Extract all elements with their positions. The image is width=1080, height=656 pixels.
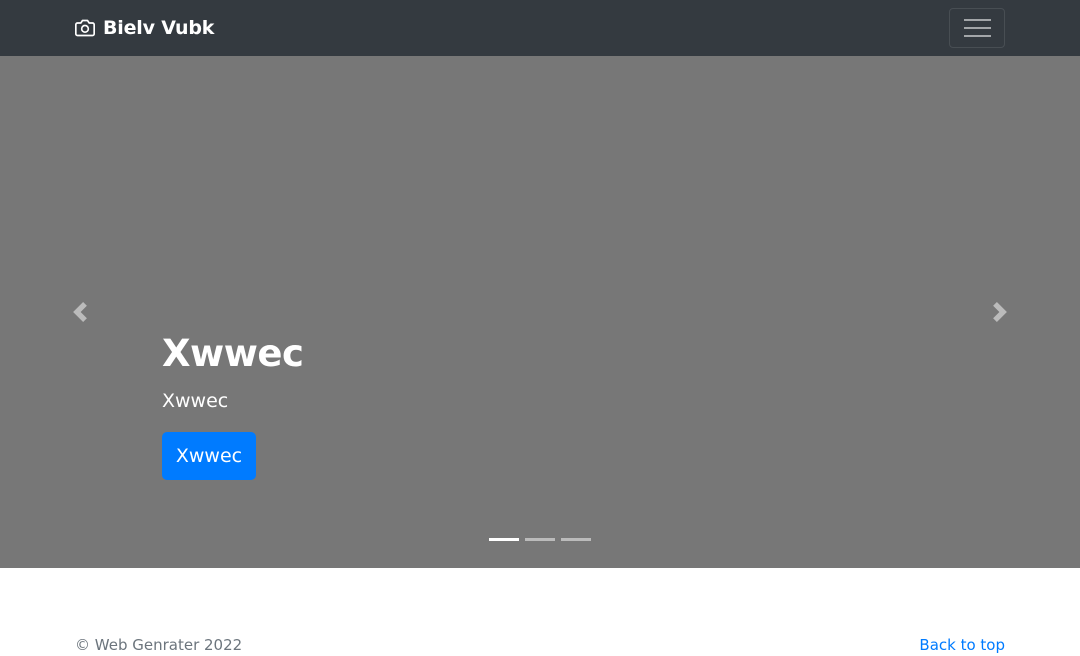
copyright-text: © Web Genrater 2022 xyxy=(75,636,243,654)
carousel-next-button[interactable] xyxy=(920,56,1080,568)
slide-text: Xwwec xyxy=(162,390,229,412)
carousel-prev-button[interactable] xyxy=(0,56,160,568)
navbar: Bielv Vubk xyxy=(0,0,1080,56)
carousel-indicator-1[interactable] xyxy=(489,538,519,541)
navbar-toggler-button[interactable] xyxy=(949,8,1005,48)
chevron-left-icon xyxy=(73,302,87,322)
carousel: Xwwec Xwwec Xwwec xyxy=(0,56,1080,568)
brand-label: Bielv Vubk xyxy=(103,17,215,39)
carousel-caption: Xwwec Xwwec Xwwec xyxy=(162,330,304,480)
camera-icon xyxy=(75,19,95,37)
back-to-top-link[interactable]: Back to top xyxy=(919,635,1005,655)
hamburger-menu-icon xyxy=(964,17,991,39)
slide-title: Xwwec xyxy=(162,332,304,375)
carousel-indicator-3[interactable] xyxy=(561,538,591,541)
slide-cta-button[interactable]: Xwwec xyxy=(162,432,256,480)
chevron-right-icon xyxy=(993,302,1007,322)
carousel-indicator-2[interactable] xyxy=(525,538,555,541)
brand-link[interactable]: Bielv Vubk xyxy=(75,15,214,41)
carousel-indicators xyxy=(489,538,591,541)
